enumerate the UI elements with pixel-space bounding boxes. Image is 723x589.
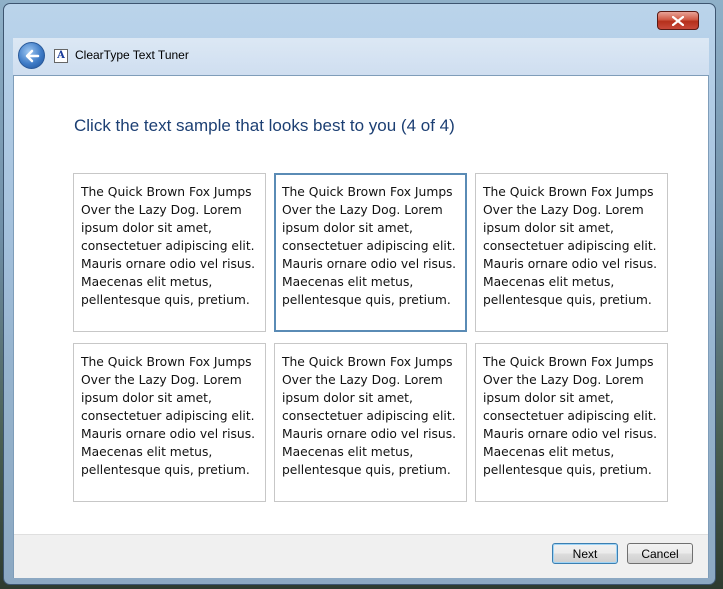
sample-text: The Quick Brown Fox Jumps Over the Lazy … bbox=[483, 185, 658, 307]
cancel-button[interactable]: Cancel bbox=[627, 543, 693, 564]
text-sample-3[interactable]: The Quick Brown Fox Jumps Over the Lazy … bbox=[475, 173, 668, 332]
next-button[interactable]: Next bbox=[552, 543, 618, 564]
back-arrow-icon bbox=[25, 49, 39, 62]
close-button[interactable] bbox=[657, 11, 699, 30]
wizard-content: Click the text sample that looks best to… bbox=[13, 75, 709, 578]
close-icon bbox=[672, 15, 684, 26]
window-title: ClearType Text Tuner bbox=[75, 48, 189, 62]
cleartype-app-icon: A bbox=[54, 49, 68, 63]
sample-text: The Quick Brown Fox Jumps Over the Lazy … bbox=[282, 355, 457, 477]
text-sample-1[interactable]: The Quick Brown Fox Jumps Over the Lazy … bbox=[73, 173, 266, 332]
text-sample-6[interactable]: The Quick Brown Fox Jumps Over the Lazy … bbox=[475, 343, 668, 502]
title-bar: A ClearType Text Tuner bbox=[13, 38, 709, 76]
sample-text: The Quick Brown Fox Jumps Over the Lazy … bbox=[81, 185, 256, 307]
text-sample-4[interactable]: The Quick Brown Fox Jumps Over the Lazy … bbox=[73, 343, 266, 502]
text-sample-5[interactable]: The Quick Brown Fox Jumps Over the Lazy … bbox=[274, 343, 467, 502]
back-button[interactable] bbox=[18, 42, 45, 69]
sample-text: The Quick Brown Fox Jumps Over the Lazy … bbox=[282, 185, 457, 307]
text-sample-2-selected[interactable]: The Quick Brown Fox Jumps Over the Lazy … bbox=[274, 173, 467, 332]
button-bar: Next Cancel bbox=[14, 534, 708, 578]
sample-text: The Quick Brown Fox Jumps Over the Lazy … bbox=[483, 355, 658, 477]
page-instruction: Click the text sample that looks best to… bbox=[74, 116, 455, 135]
sample-text: The Quick Brown Fox Jumps Over the Lazy … bbox=[81, 355, 256, 477]
